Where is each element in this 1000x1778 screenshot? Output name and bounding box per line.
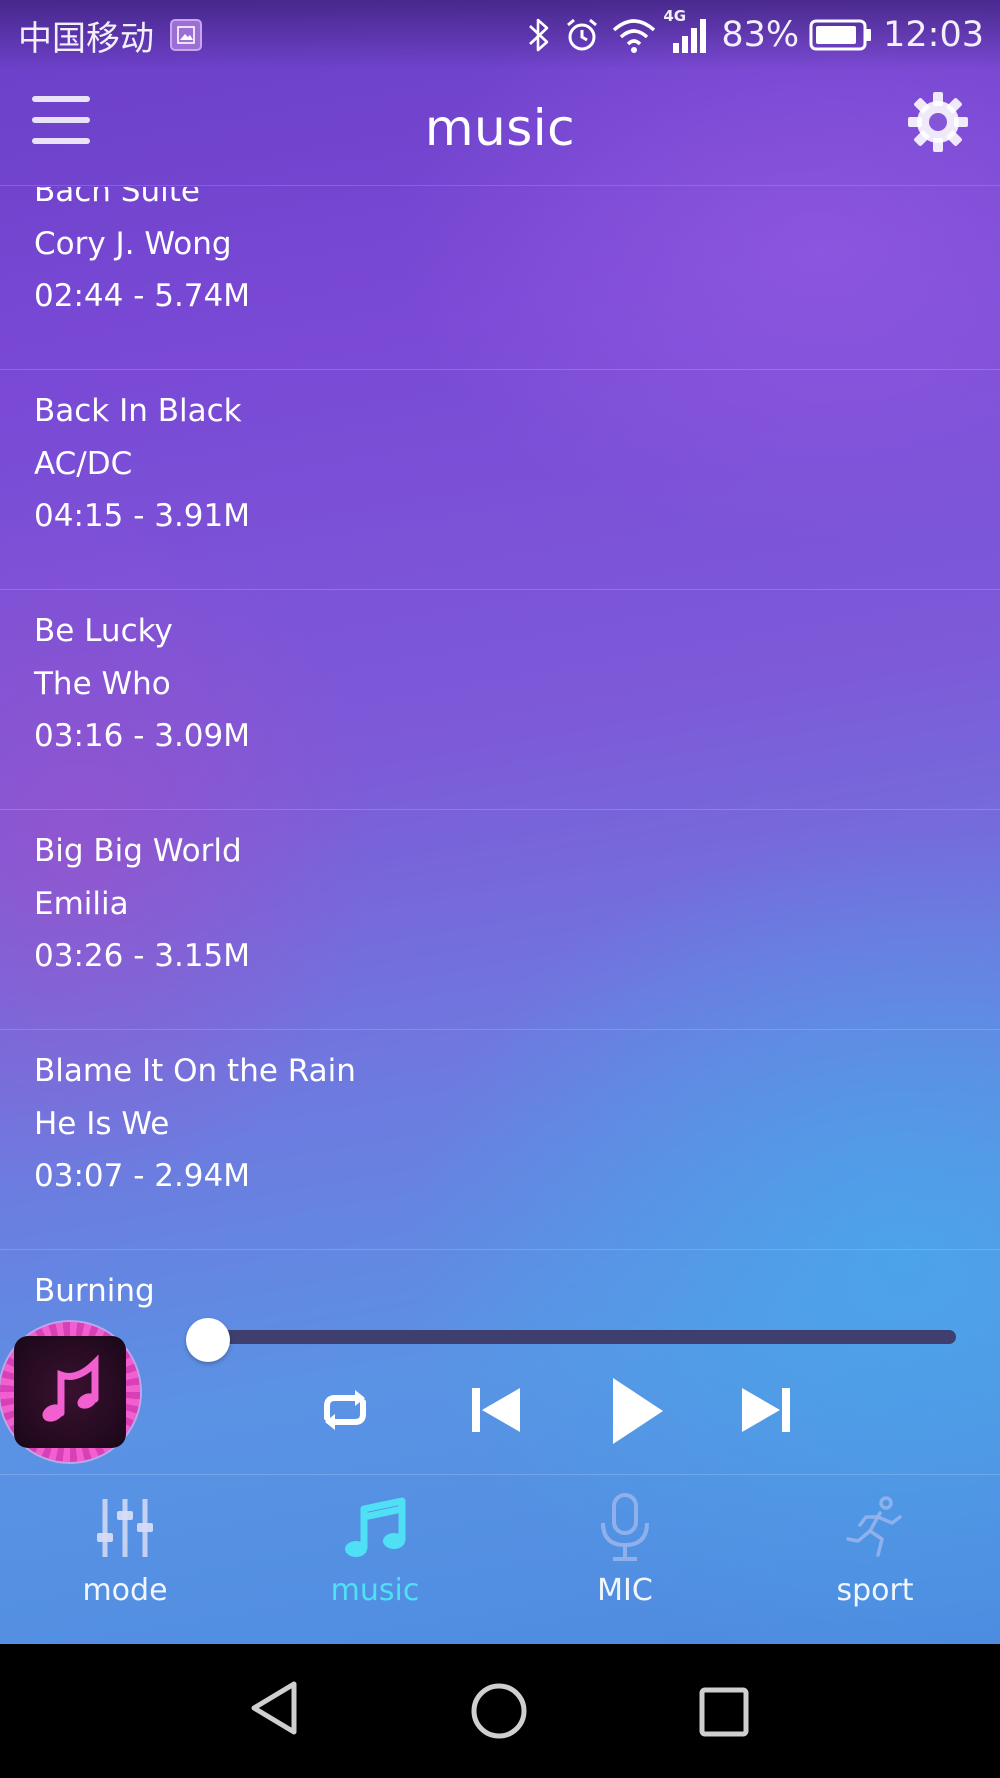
song-duration-size: 02:44 - 5.74M — [34, 278, 251, 314]
next-icon[interactable] — [736, 1380, 796, 1440]
progress-track[interactable] — [208, 1330, 956, 1344]
battery-icon — [809, 18, 873, 52]
tab-label: MIC — [597, 1573, 653, 1608]
alarm-icon — [563, 16, 601, 54]
song-title: Back In Black — [34, 393, 242, 429]
mini-player — [0, 1310, 1000, 1473]
bottom-tab-bar: mode music MIC sport — [0, 1474, 1000, 1644]
signal-icon: 4G — [663, 7, 711, 55]
song-duration-size: 03:07 - 2.94M — [34, 1158, 251, 1194]
music-note-icon — [42, 1354, 99, 1422]
hamburger-menu-icon[interactable] — [32, 96, 90, 148]
status-bar: 中国移动 4G 83% 12:03 — [0, 0, 1000, 70]
song-duration-size: 04:15 - 3.91M — [34, 498, 251, 534]
carrier-name: 中国移动 — [18, 18, 154, 59]
running-person-icon — [844, 1493, 906, 1563]
song-item[interactable]: Bach Suite Cory J. Wong 02:44 - 5.74M — [0, 187, 1000, 370]
system-nav-bar — [0, 1644, 1000, 1778]
album-art[interactable] — [0, 1322, 140, 1462]
song-artist: He Is We — [34, 1106, 170, 1142]
bluetooth-icon — [525, 16, 553, 54]
tab-sport[interactable]: sport — [750, 1475, 1000, 1644]
gallery-icon — [170, 19, 202, 51]
tab-label: sport — [836, 1573, 914, 1608]
tab-music[interactable]: music — [250, 1475, 500, 1644]
app-screen: 中国移动 4G 83% 12:03 music Bach Suite Cory … — [0, 0, 1000, 1644]
equalizer-sliders-icon — [95, 1493, 155, 1563]
network-type-label: 4G — [663, 7, 687, 25]
gear-icon[interactable] — [906, 90, 970, 154]
song-item[interactable]: Be Lucky The Who 03:16 - 3.09M — [0, 590, 1000, 810]
back-icon[interactable] — [246, 1678, 312, 1744]
music-note-icon — [342, 1493, 408, 1563]
song-artist: Emilia — [34, 886, 129, 922]
song-title: Be Lucky — [34, 613, 173, 649]
song-artist: Cory J. Wong — [34, 226, 232, 262]
song-title: Big Big World — [34, 833, 242, 869]
song-item[interactable]: Blame It On the Rain He Is We 03:07 - 2.… — [0, 1030, 1000, 1250]
tab-label: mode — [82, 1573, 168, 1608]
song-duration-size: 03:26 - 3.15M — [34, 938, 251, 974]
song-item[interactable]: Big Big World Emilia 03:26 - 3.15M — [0, 810, 1000, 1030]
app-header: music — [0, 70, 1000, 186]
song-title: Blame It On the Rain — [34, 1053, 356, 1089]
page-title: music — [424, 98, 576, 157]
song-title: Burning — [34, 1273, 155, 1309]
song-artist: The Who — [34, 666, 171, 702]
battery-percent: 83% — [721, 15, 800, 55]
song-list[interactable]: Bach Suite Cory J. Wong 02:44 - 5.74M Ba… — [0, 187, 1000, 1327]
tab-label: music — [330, 1573, 420, 1608]
progress-knob[interactable] — [186, 1318, 230, 1362]
tab-mode[interactable]: mode — [0, 1475, 250, 1644]
play-icon[interactable] — [604, 1373, 670, 1449]
clock-time: 12:03 — [883, 15, 984, 55]
home-icon[interactable] — [466, 1678, 532, 1744]
song-item[interactable]: Back In Black AC/DC 04:15 - 3.91M — [0, 370, 1000, 590]
microphone-icon — [597, 1493, 653, 1563]
tab-mic[interactable]: MIC — [500, 1475, 750, 1644]
repeat-icon[interactable] — [312, 1382, 378, 1438]
wifi-icon — [611, 16, 657, 54]
song-duration-size: 03:16 - 3.09M — [34, 718, 251, 754]
song-artist: AC/DC — [34, 446, 133, 482]
song-title: Bach Suite — [34, 187, 200, 209]
previous-icon[interactable] — [466, 1380, 526, 1440]
recents-icon[interactable] — [690, 1678, 756, 1744]
